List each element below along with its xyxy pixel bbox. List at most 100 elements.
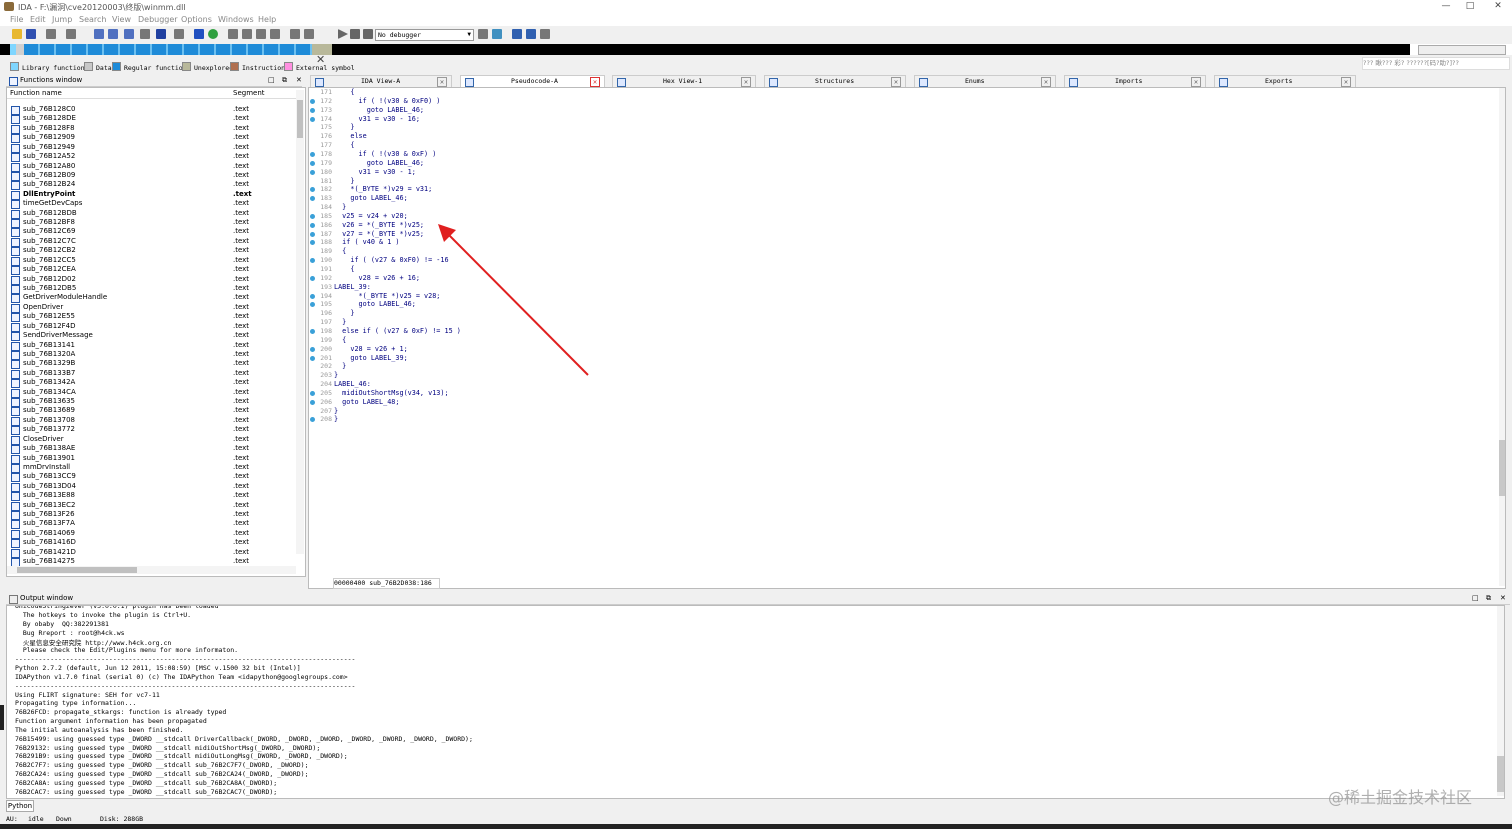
function-row[interactable]: sub_76B134CA .text	[7, 388, 299, 398]
jump-down-icon[interactable]	[156, 29, 166, 39]
breakpoints-icon[interactable]	[512, 29, 522, 39]
function-row[interactable]: sub_76B1320A .text	[7, 350, 299, 360]
close-button[interactable]: ✕	[1488, 1, 1508, 12]
function-row[interactable]: sub_76B12E55 .text	[7, 312, 299, 323]
function-row[interactable]: sub_76B13F26 .text	[7, 510, 299, 521]
code-line[interactable]: goto LABEL_46;	[334, 159, 424, 167]
breakpoint-dot-icon[interactable]	[310, 390, 315, 396]
close-icon[interactable]: ✕	[437, 77, 447, 87]
function-row[interactable]: sub_76B13CC9 .text	[7, 472, 299, 483]
function-row[interactable]: DllEntryPoint .text	[7, 190, 299, 200]
breakpoint-dot-icon[interactable]	[310, 346, 315, 352]
pause-icon[interactable]	[350, 29, 360, 39]
col-function-name[interactable]: Function name	[10, 89, 62, 97]
code-line[interactable]: }	[334, 123, 354, 131]
breakpoint-dot-icon[interactable]	[310, 160, 315, 166]
col-segment[interactable]: Segment	[233, 89, 265, 97]
function-row[interactable]: sub_76B12909 .text	[7, 133, 299, 144]
functions-hscrollbar[interactable]	[7, 566, 296, 574]
breakpoint-dot-icon[interactable]	[310, 151, 315, 157]
breakpoint-dot-icon[interactable]	[310, 275, 315, 281]
output-vscrollbar[interactable]	[1497, 606, 1504, 796]
debugger-select[interactable]: No debugger ▼	[375, 29, 474, 41]
output-log[interactable]: UnicodeString2ever (v3.0.0.1) plugin has…	[6, 605, 1505, 799]
function-row[interactable]: sub_76B1342A .text	[7, 378, 299, 389]
function-row[interactable]: SendDriverMessage .text	[7, 331, 299, 342]
code-line[interactable]: if ( !(v30 & 0xF) )	[334, 150, 437, 158]
breakpoint-dot-icon[interactable]	[310, 107, 315, 113]
binary-icon[interactable]	[174, 29, 184, 39]
undefine-icon[interactable]	[304, 29, 314, 39]
close-icon[interactable]: ✕	[741, 77, 751, 87]
minimize-button[interactable]: —	[1436, 1, 1456, 12]
save-icon[interactable]	[26, 29, 36, 39]
paste-icon[interactable]	[108, 29, 118, 39]
function-row[interactable]: sub_76B12C69 .text	[7, 227, 299, 238]
close-icon[interactable]: ✕	[1041, 77, 1051, 87]
function-row[interactable]: sub_76B12BF8 .text	[7, 218, 299, 229]
menu-edit[interactable]: Edit	[30, 15, 46, 24]
code-line[interactable]: v31 = v30 - 16;	[334, 115, 420, 123]
function-row[interactable]: sub_76B12CC5 .text	[7, 256, 299, 266]
float-icon[interactable]: ⧉	[282, 76, 287, 85]
code-line[interactable]: }	[334, 371, 338, 379]
function-row[interactable]: sub_76B12A52 .text	[7, 152, 299, 163]
output-window-titlebar[interactable]: Output window □ ⧉ ✕	[6, 593, 1510, 605]
menu-help[interactable]: Help	[258, 15, 276, 24]
scroll-thumb[interactable]	[1499, 440, 1505, 496]
function-row[interactable]: sub_76B12A80 .text	[7, 162, 299, 172]
code-line[interactable]: *(_BYTE *)v29 = v31;	[334, 185, 432, 193]
string-icon[interactable]	[256, 29, 266, 39]
menu-view[interactable]: View	[112, 15, 131, 24]
code-line[interactable]: goto LABEL_46;	[334, 194, 407, 202]
close-icon[interactable]: ✕	[1500, 594, 1506, 602]
menu-search[interactable]: Search	[79, 15, 106, 24]
code-line[interactable]: if ( v40 & 1 )	[334, 238, 399, 246]
code-line[interactable]: }	[334, 309, 354, 317]
code-line[interactable]: midiOutShortMsg(v34, v13);	[334, 389, 448, 397]
code-line[interactable]: goto LABEL_46;	[334, 106, 424, 114]
python-tab[interactable]: Python	[6, 800, 34, 812]
function-row[interactable]: sub_76B12949 .text	[7, 143, 299, 153]
function-row[interactable]: sub_76B13EC2 .text	[7, 501, 299, 511]
function-row[interactable]: timeGetDevCaps .text	[7, 199, 299, 210]
function-row[interactable]: sub_76B12BDB .text	[7, 209, 299, 219]
code-line[interactable]: }	[334, 318, 346, 326]
function-row[interactable]: sub_76B13F7A .text	[7, 519, 299, 530]
copy-icon[interactable]	[94, 29, 104, 39]
restore-icon[interactable]: □	[1472, 594, 1479, 602]
function-row[interactable]: sub_76B128F8 .text	[7, 124, 299, 134]
data-icon[interactable]	[242, 29, 252, 39]
code-line[interactable]: }	[334, 203, 346, 211]
function-row[interactable]: sub_76B14069 .text	[7, 529, 299, 539]
menu-jump[interactable]: Jump	[52, 15, 72, 24]
breakpoint-dot-icon[interactable]	[310, 293, 315, 299]
function-row[interactable]: sub_76B13E88 .text	[7, 491, 299, 502]
code-line[interactable]: goto LABEL_39;	[334, 354, 407, 362]
function-row[interactable]: sub_76B12CEA .text	[7, 265, 299, 276]
functions-vscrollbar[interactable]	[296, 90, 304, 554]
open-icon[interactable]	[12, 29, 22, 39]
function-row[interactable]: sub_76B12F4D .text	[7, 322, 299, 332]
code-line[interactable]: {	[334, 247, 346, 255]
code-line[interactable]: goto LABEL_48;	[334, 398, 399, 406]
restore-icon[interactable]: □	[268, 76, 275, 84]
menu-debugger[interactable]: Debugger	[138, 15, 178, 24]
function-row[interactable]: sub_76B1329B .text	[7, 359, 299, 370]
function-row[interactable]: sub_76B138AE .text	[7, 444, 299, 455]
menu-file[interactable]: File	[10, 15, 23, 24]
graph-icon[interactable]	[194, 29, 204, 39]
code-line[interactable]: }	[334, 407, 338, 415]
float-icon[interactable]: ⧉	[1486, 594, 1491, 603]
function-row[interactable]: sub_76B13141 .text	[7, 341, 299, 351]
code-line[interactable]: {	[334, 141, 354, 149]
debug-options-icon[interactable]	[478, 29, 488, 39]
scroll-thumb[interactable]	[297, 100, 303, 138]
breakpoint-dot-icon[interactable]	[310, 355, 315, 361]
code-line[interactable]: {	[334, 88, 354, 96]
function-row[interactable]: sub_76B1416D .text	[7, 538, 299, 549]
forward-icon[interactable]	[66, 29, 76, 39]
code-line[interactable]: goto LABEL_46;	[334, 300, 416, 308]
functions-window-titlebar[interactable]: Functions window □ ⧉ ✕	[6, 75, 302, 87]
nav-dropdown[interactable]	[1418, 45, 1506, 55]
